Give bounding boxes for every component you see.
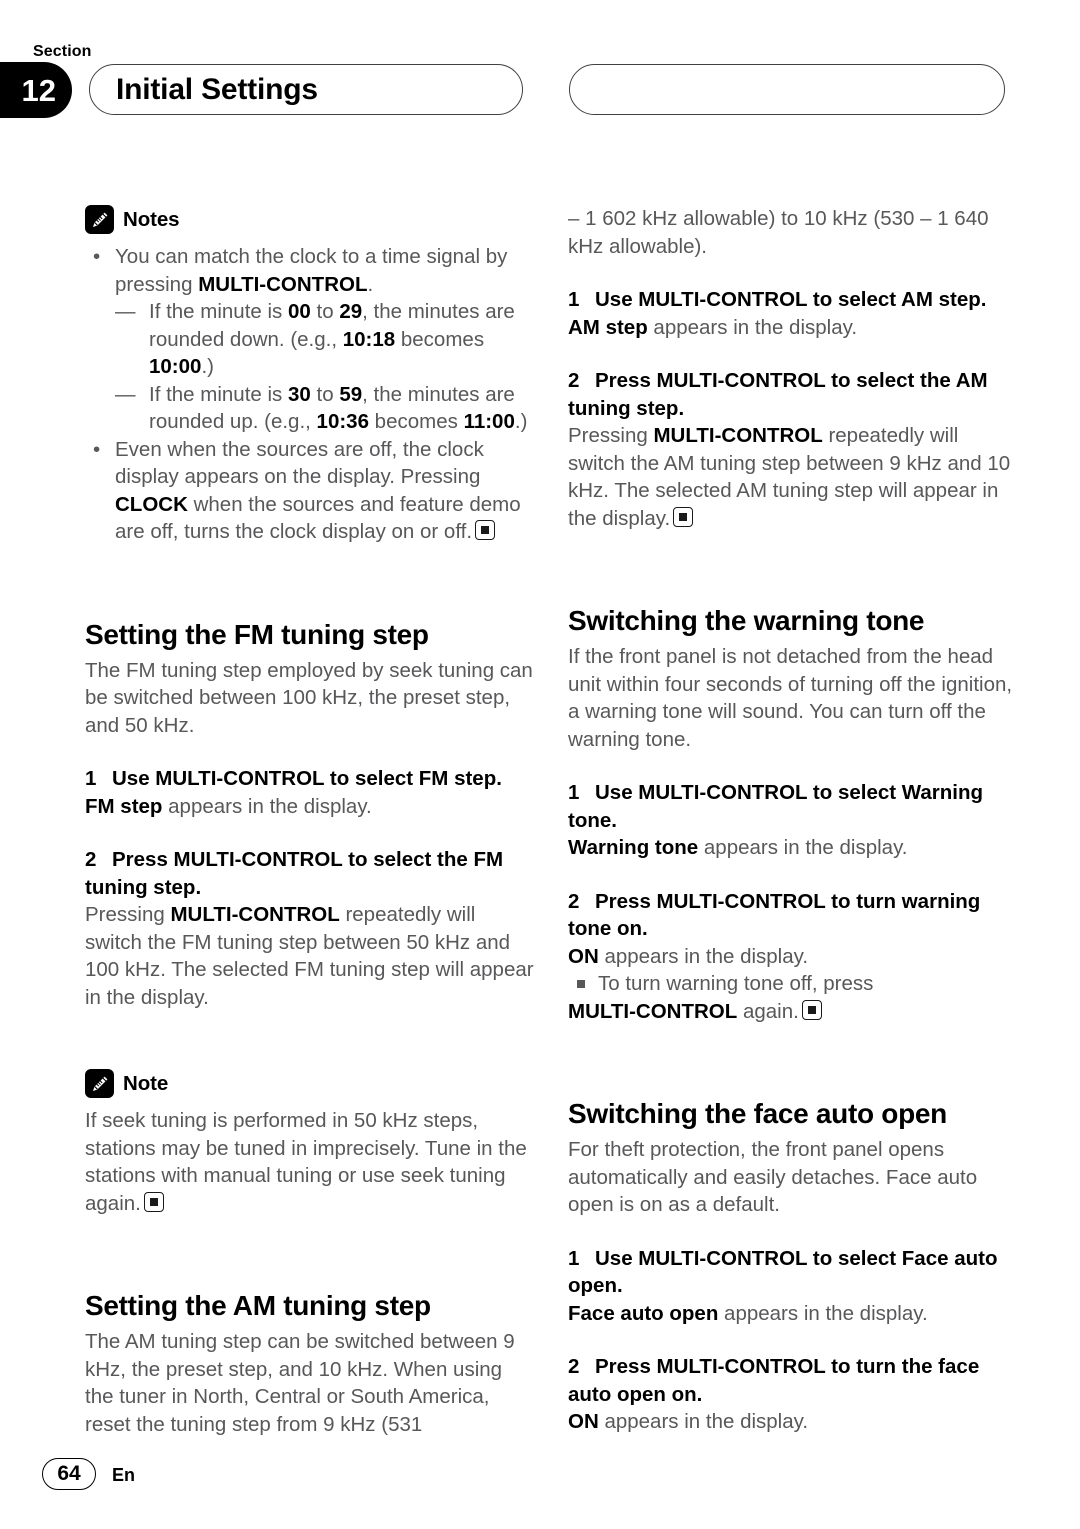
face-auto-open-section: Switching the face auto open For theft p… bbox=[568, 1097, 1018, 1436]
notes-title: Notes bbox=[123, 207, 180, 231]
fm-note-block: Note If seek tuning is performed in 50 k… bbox=[85, 1069, 535, 1217]
note-title: Note bbox=[123, 1071, 169, 1095]
language-code: En bbox=[112, 1465, 136, 1485]
end-of-section-marker bbox=[801, 999, 822, 1020]
warning-step-1-result: Warning tone appears in the display. bbox=[568, 836, 908, 859]
bullet-dot: • bbox=[93, 245, 101, 268]
page-title-capsule-right-empty bbox=[569, 64, 1005, 115]
page-number: 64 bbox=[57, 1462, 81, 1485]
em-dash: — bbox=[115, 382, 136, 406]
pencil-icon bbox=[85, 205, 114, 234]
bullet-dot: • bbox=[93, 437, 101, 461]
fm-section-heading: Setting the FM tuning step bbox=[85, 618, 429, 650]
square-bullet bbox=[577, 980, 585, 988]
am-step-2-body: Pressing MULTI-CONTROL repeatedly will s… bbox=[568, 424, 1011, 530]
warning-step-2-title: 2 Press MULTI-CONTROL to turn warning ton… bbox=[568, 889, 981, 941]
note-text-2: Even when the sources are off, the clock… bbox=[115, 437, 521, 544]
end-of-section-marker bbox=[673, 506, 694, 527]
warning-step-2-result: ON appears in the display. bbox=[568, 944, 809, 968]
page-number-badge: 64 bbox=[42, 1458, 96, 1490]
manual-page: Section 12 Initial Settings Notes • You … bbox=[0, 0, 1080, 1529]
am-section-heading: Setting the AM tuning step bbox=[85, 1290, 431, 1321]
fm-step-1-result: FM step appears in the display. bbox=[85, 794, 372, 818]
notes-heading: Notes bbox=[85, 205, 535, 234]
face-step-2-title: 2 Press MULTI-CONTROL to turn the face au… bbox=[568, 1355, 980, 1406]
note-subtext-1: If the minute is 00 to 29, the minutes a… bbox=[149, 300, 515, 378]
warning-step-1-title: 1 Use MULTI-CONTROL to select Warning ton… bbox=[568, 781, 983, 832]
am-step-2-title: 2 Press MULTI-CONTROL to select the AM tu… bbox=[568, 369, 988, 420]
page-header: Section 12 Initial Settings bbox=[0, 0, 1080, 140]
warning-step-2-subnote-cont: MULTI-CONTROL again. bbox=[568, 998, 1018, 1026]
warning-tone-section: Switching the warning tone If the front … bbox=[568, 604, 1018, 1025]
face-section-heading: Switching the face auto open bbox=[568, 1098, 947, 1129]
face-step-1-title: 1 Use MULTI-CONTROL to select Face auto o… bbox=[568, 1246, 998, 1298]
right-column: – 1 602 kHz allowable) to 10 kHz (530 – … bbox=[568, 205, 1018, 1436]
notes-sublist: — If the minute is 00 to 29, the minutes… bbox=[115, 298, 535, 436]
fm-note-text: If seek tuning is performed in 50 kHz st… bbox=[85, 1109, 527, 1215]
fm-step-1-title: 1 Use MULTI-CONTROL to select FM step. bbox=[85, 767, 502, 790]
am-section-intro: The AM tuning step can be switched betwe… bbox=[85, 1330, 515, 1436]
list-item: — If the minute is 30 to 59, the minutes… bbox=[115, 381, 535, 436]
fm-tuning-section: Setting the FM tuning step The FM tuning… bbox=[85, 618, 535, 1218]
section-number: 12 bbox=[21, 72, 56, 108]
left-column: Notes • You can match the clock to a tim… bbox=[85, 205, 535, 1438]
warning-section-heading: Switching the warning tone bbox=[568, 605, 925, 636]
page-title: Initial Settings bbox=[116, 72, 318, 106]
note-text-1: You can match the clock to a time signal… bbox=[115, 245, 508, 296]
face-step-1-result: Face auto open appears in the display. bbox=[568, 1301, 928, 1325]
am-tuning-section: Setting the AM tuning step The AM tuning… bbox=[85, 1289, 535, 1438]
pencil-icon bbox=[85, 1069, 114, 1098]
am-step-1-result: AM step appears in the display. bbox=[568, 315, 858, 339]
section-label: Section bbox=[33, 43, 92, 60]
fm-section-intro: The FM tuning step employed by seek tuni… bbox=[85, 658, 533, 737]
page-footer: 64 En bbox=[0, 1439, 1080, 1529]
list-item: — If the minute is 00 to 29, the minutes… bbox=[115, 298, 535, 381]
end-of-section-marker bbox=[475, 520, 496, 540]
note-heading: Note bbox=[85, 1069, 535, 1098]
am-step-1-title: 1 Use MULTI-CONTROL to select AM step. bbox=[568, 288, 987, 311]
warning-step-2-subnote: To turn warning tone off, press bbox=[568, 970, 1018, 998]
face-section-intro: For theft protection, the front panel op… bbox=[568, 1138, 978, 1216]
notes-block: Notes • You can match the clock to a tim… bbox=[85, 205, 535, 546]
section-number-badge: 12 bbox=[0, 62, 72, 118]
em-dash: — bbox=[115, 300, 136, 323]
fm-step-2-body: Pressing MULTI-CONTROL repeatedly will s… bbox=[85, 903, 534, 1009]
list-item: • You can match the clock to a time sign… bbox=[85, 243, 535, 436]
notes-list: • You can match the clock to a time sign… bbox=[85, 243, 535, 546]
face-step-2-result: ON appears in the display. bbox=[568, 1410, 809, 1433]
fm-step-2-title: 2 Press MULTI-CONTROL to select the FM tu… bbox=[85, 848, 504, 899]
warning-section-intro: If the front panel is not detached from … bbox=[568, 645, 1013, 751]
end-of-section-marker bbox=[143, 1191, 164, 1212]
note-subtext-2: If the minute is 30 to 59, the minutes a… bbox=[149, 382, 528, 434]
list-item: • Even when the sources are off, the clo… bbox=[85, 436, 535, 546]
page-title-capsule: Initial Settings bbox=[89, 64, 523, 115]
am-section-intro-continued: – 1 602 kHz allowable) to 10 kHz (530 – … bbox=[568, 207, 989, 258]
